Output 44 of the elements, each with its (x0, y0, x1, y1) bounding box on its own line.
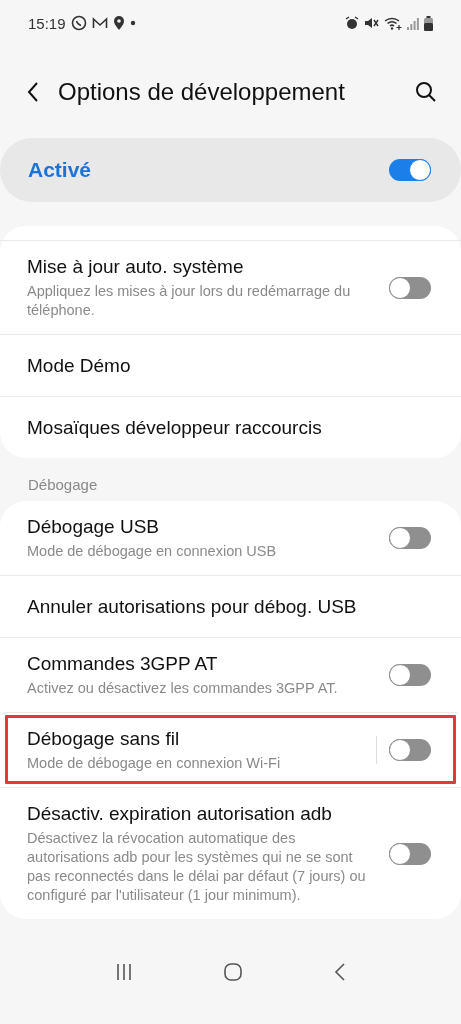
setting-description: Mode de débogage en connexion USB (27, 542, 278, 561)
recents-icon (115, 961, 134, 982)
master-switch-label: Activé (28, 158, 92, 182)
back-icon (333, 961, 346, 982)
status-time: 15:19 (28, 14, 66, 32)
setting-title: Désactiv. expiration autorisation adb (27, 802, 333, 826)
mail-icon (91, 16, 108, 30)
home-icon (223, 961, 244, 982)
setting-description: Désactivez la révocation automatique des autorisations adb pour les systèmes qui ne se sont pas reconnectés dans le délai par défaut (7 jours) ou configuré par l'utilisateur (1 jour minimum). (27, 829, 367, 905)
toggle-switch[interactable] (389, 739, 431, 761)
toggle-switch[interactable] (389, 842, 431, 865)
dot-icon (129, 20, 136, 26)
chat-icon (70, 15, 87, 31)
setting-title: Débogage USB (27, 515, 161, 539)
setting-row[interactable]: Mosaïques développeur raccourcis (0, 396, 461, 458)
setting-description: Activez ou désactivez les commandes 3GPP AT. (27, 679, 339, 698)
highlighted-setting-row[interactable]: Débogage sans fil Mode de débogage en connexion Wi-Fi (2, 712, 459, 787)
setting-row[interactable]: Annuler autorisations pour débog. USB (0, 575, 461, 637)
setting-description: Appliquez les mises à jour lors du redémarrage du téléphone. (27, 282, 352, 320)
toggle-switch[interactable] (389, 159, 431, 181)
signal-icon (407, 16, 419, 30)
location-pin-icon (112, 15, 125, 31)
toggle-switch[interactable] (389, 276, 431, 299)
setting-description: Mode de débogage en connexion Wi-Fi (27, 754, 282, 773)
section-heading: Débogage (27, 475, 99, 495)
search-icon (415, 81, 437, 103)
toggle-switch[interactable] (389, 527, 431, 549)
alarm-icon (345, 16, 359, 30)
back-icon (26, 81, 40, 103)
setting-row[interactable]: Commandes 3GPP AT Activez ou désactivez les commandes 3GPP AT. (0, 637, 461, 712)
setting-title: Débogage sans fil (27, 727, 181, 751)
toggle-switch[interactable] (389, 664, 431, 686)
setting-title: Commandes 3GPP AT (27, 652, 219, 676)
setting-row[interactable]: Débogage USB Mode de débogage en connexion USB (0, 501, 461, 575)
battery-icon (424, 15, 433, 31)
setting-title: Mode Démo (27, 353, 132, 378)
wifi-icon (384, 16, 402, 30)
setting-row[interactable]: Mise à jour auto. système Appliquez les mises à jour lors du redémarrage du téléphone. (0, 240, 461, 334)
setting-title: Mise à jour auto. système (27, 255, 245, 279)
mute-icon (364, 16, 379, 30)
setting-title: Mosaïques développeur raccourcis (27, 415, 323, 440)
setting-row[interactable]: Mode Démo (0, 334, 461, 396)
setting-title: Annuler autorisations pour débog. USB (27, 594, 358, 619)
page-title: Options de développement (58, 78, 346, 106)
